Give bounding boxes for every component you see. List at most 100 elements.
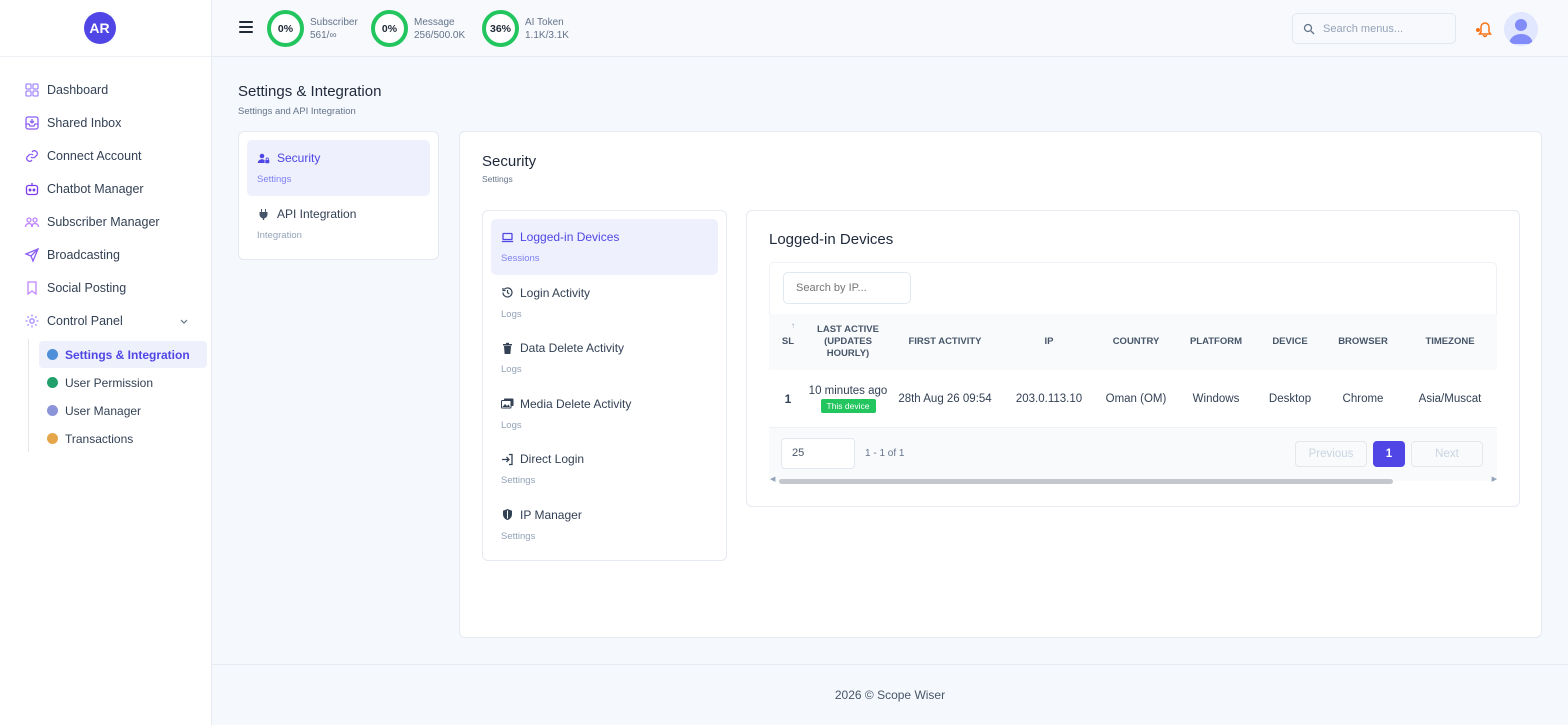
next-button[interactable]: Next bbox=[1411, 441, 1483, 467]
ai-token-progress-ring: 36% bbox=[482, 10, 519, 47]
sidebar-item-control-panel[interactable]: Control Panel bbox=[0, 304, 211, 337]
history-icon bbox=[502, 287, 513, 298]
cell-ip: 203.0.113.10 bbox=[1015, 392, 1083, 405]
sidebar-subitem-user-permission[interactable]: User Permission bbox=[39, 369, 207, 396]
user-manager-dot-icon bbox=[47, 405, 58, 416]
robot-icon bbox=[25, 182, 39, 195]
horizontal-scrollbar[interactable]: ◀ ▶ bbox=[769, 475, 1497, 484]
sidebar-header: AR bbox=[0, 0, 211, 57]
chevron-down-icon[interactable] bbox=[179, 316, 189, 326]
sidebar-item-shared-inbox[interactable]: Shared Inbox bbox=[0, 106, 211, 139]
pagination-range: 1 - 1 of 1 bbox=[865, 448, 905, 459]
col-ip[interactable]: IP bbox=[1001, 314, 1097, 370]
scroll-right-icon[interactable]: ▶ bbox=[1492, 475, 1497, 483]
bookmark-icon bbox=[27, 280, 37, 295]
last-active-text: 10 minutes ago bbox=[808, 384, 888, 397]
sidebar: AR Dashboard Shared Inbox Connect Accoun… bbox=[0, 0, 212, 725]
sidebar-item-label: Social Posting bbox=[47, 280, 127, 295]
scroll-left-icon[interactable]: ◀ bbox=[770, 475, 775, 483]
table-toolbar bbox=[769, 262, 1497, 314]
col-first-activity[interactable]: FIRST ACTIVITY bbox=[889, 314, 1001, 370]
ip-search-input[interactable] bbox=[783, 272, 911, 304]
plug-icon bbox=[259, 208, 268, 220]
security-item-data-delete-activity[interactable]: Data Delete Activity Logs bbox=[491, 330, 718, 386]
logged-in-devices-card: Logged-in Devices ↑SL LAST ACTIVE (UPDAT… bbox=[746, 210, 1520, 507]
search-menus-input[interactable]: Search menus... bbox=[1292, 13, 1456, 44]
security-item-sub: Logs bbox=[501, 308, 522, 320]
sidebar-item-social-posting[interactable]: Social Posting bbox=[0, 271, 211, 304]
sidebar-subitem-label: Settings & Integration bbox=[65, 347, 190, 362]
tab-label: Security bbox=[277, 151, 321, 165]
sidebar-item-label: Shared Inbox bbox=[47, 115, 122, 130]
previous-button[interactable]: Previous bbox=[1295, 441, 1367, 467]
sidebar-item-connect-account[interactable]: Connect Account bbox=[0, 139, 211, 172]
col-device[interactable]: DEVICE bbox=[1257, 314, 1323, 370]
message-progress-ring: 0% bbox=[371, 10, 408, 47]
page-title: Settings & Integration bbox=[238, 83, 382, 100]
col-country[interactable]: COUNTRY bbox=[1097, 314, 1175, 370]
security-item-media-delete-activity[interactable]: Media Delete Activity Logs bbox=[491, 386, 718, 442]
security-item-ip-manager[interactable]: IP Manager Settings bbox=[491, 497, 718, 553]
sidebar-item-label: Broadcasting bbox=[47, 247, 120, 262]
user-avatar[interactable] bbox=[1504, 12, 1538, 46]
gear-icon bbox=[25, 314, 39, 327]
security-item-sub: Settings bbox=[501, 475, 536, 486]
bell-icon[interactable] bbox=[1474, 18, 1496, 38]
grid-icon bbox=[25, 82, 39, 97]
col-browser[interactable]: BROWSER bbox=[1323, 314, 1403, 370]
tab-security[interactable]: Security Settings bbox=[247, 140, 430, 196]
user-icon bbox=[1509, 19, 1533, 44]
col-sl[interactable]: ↑ SL bbox=[769, 314, 807, 370]
user-lock-icon bbox=[257, 153, 270, 163]
security-item-sub: Settings bbox=[501, 530, 536, 542]
tab-api-integration[interactable]: API Integration Integration bbox=[247, 196, 430, 252]
page-subtitle: Settings and API Integration bbox=[238, 106, 356, 117]
sidebar-item-chatbot-manager[interactable]: Chatbot Manager bbox=[0, 172, 211, 205]
sidebar-item-subscriber-manager[interactable]: Subscriber Manager bbox=[0, 205, 211, 238]
subscriber-progress-ring: 0% bbox=[267, 10, 304, 47]
security-item-direct-login[interactable]: Direct Login Settings bbox=[491, 441, 718, 497]
sidebar-subitem-user-manager[interactable]: User Manager bbox=[39, 397, 207, 424]
sidebar-subitem-settings-integration[interactable]: Settings & Integration bbox=[39, 341, 207, 368]
cell-device: Desktop bbox=[1268, 392, 1312, 405]
control-panel-submenu: Settings & Integration User Permission U… bbox=[28, 339, 211, 452]
section-subtitle: Settings bbox=[482, 174, 513, 184]
sort-arrow-icon: ↑ bbox=[791, 321, 795, 330]
sign-in-icon bbox=[502, 453, 513, 465]
table-row: 1 10 minutes ago This device 28th Aug 26 … bbox=[769, 370, 1497, 427]
send-icon bbox=[24, 247, 40, 263]
col-platform[interactable]: PLATFORM bbox=[1175, 314, 1257, 370]
inbox-icon bbox=[25, 115, 39, 130]
trash-icon bbox=[503, 342, 512, 354]
security-item-login-activity[interactable]: Login Activity Logs bbox=[491, 275, 718, 331]
stat-value: 561/∞ bbox=[310, 29, 337, 41]
transactions-dot-icon bbox=[47, 433, 58, 444]
security-menu: Logged-in Devices Sessions Login Activit… bbox=[482, 210, 727, 561]
link-icon bbox=[26, 149, 38, 162]
scrollbar-thumb[interactable] bbox=[779, 479, 1393, 484]
sidebar-item-dashboard[interactable]: Dashboard bbox=[0, 73, 211, 106]
per-page-select[interactable]: 25 bbox=[781, 438, 855, 469]
subscriber-stat: 0% Subscriber 561/∞ bbox=[267, 10, 358, 47]
sidebar-subitem-transactions[interactable]: Transactions bbox=[39, 425, 207, 452]
topbar: 0% Subscriber 561/∞ 0% Message 256/500.0K … bbox=[212, 0, 1568, 57]
cell-timezone: Asia/Muscat bbox=[1418, 392, 1482, 405]
hamburger-menu-icon[interactable] bbox=[239, 21, 253, 33]
security-item-sub: Sessions bbox=[501, 253, 540, 264]
sidebar-subitem-label: User Permission bbox=[65, 375, 154, 390]
settings-dot-icon bbox=[47, 349, 58, 360]
cell-platform: Windows bbox=[1192, 392, 1240, 405]
brand-avatar[interactable]: AR bbox=[83, 12, 116, 44]
security-item-sub: Logs bbox=[501, 419, 522, 431]
cell-first-activity: 28th Aug 26 09:54 bbox=[898, 392, 992, 405]
sidebar-item-broadcasting[interactable]: Broadcasting bbox=[0, 238, 211, 271]
sidebar-nav: Dashboard Shared Inbox Connect Account C… bbox=[0, 57, 211, 337]
sidebar-item-label: Chatbot Manager bbox=[47, 181, 144, 196]
security-item-label: IP Manager bbox=[520, 507, 582, 522]
col-timezone[interactable]: TIMEZONE bbox=[1403, 314, 1497, 370]
cell-browser: Chrome bbox=[1342, 392, 1384, 405]
col-last-active[interactable]: LAST ACTIVE (UPDATES HOURLY) bbox=[807, 314, 889, 370]
security-item-sub: Logs bbox=[501, 364, 522, 375]
page-1-button[interactable]: 1 bbox=[1373, 441, 1405, 467]
security-item-logged-in-devices[interactable]: Logged-in Devices Sessions bbox=[491, 219, 718, 275]
